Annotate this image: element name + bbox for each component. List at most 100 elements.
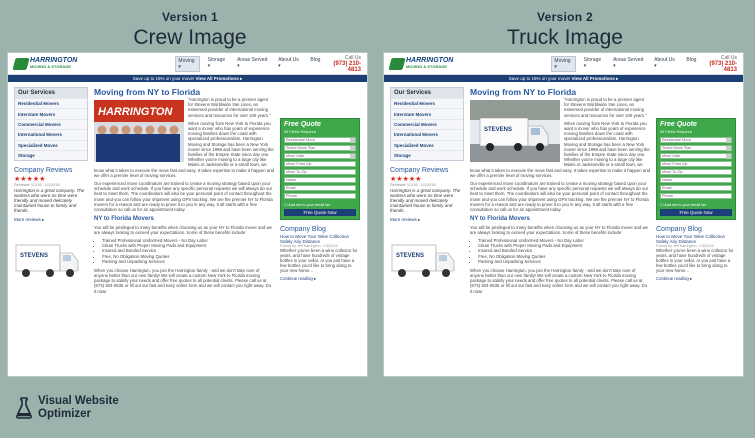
blog-post-link[interactable]: How to Move Your Wine Collection Safely … — [656, 234, 736, 244]
nav-about[interactable]: About Us ▾ — [276, 56, 302, 72]
quote-field[interactable]: Select Move Size — [660, 144, 732, 151]
variant-name: Truck Image — [507, 26, 623, 49]
logo-mark-icon — [12, 57, 30, 70]
review-meta: Reviewer 1/1/16 - 1/1/2016 — [390, 183, 436, 188]
logo-tagline: MOVING & STORAGE — [30, 63, 72, 69]
email-list-checkbox[interactable]: ☐ Add me to your email list — [281, 201, 359, 208]
service-storage[interactable]: Storage — [15, 149, 87, 160]
variant-name: Crew Image — [133, 26, 247, 49]
quote-field[interactable]: Residential Move — [660, 136, 732, 143]
review-meta: Reviewer 1/1/16 - 1/1/2016 — [14, 183, 60, 188]
nav-storage[interactable]: Storage ▾ — [206, 56, 229, 72]
reviews-title: Company Reviews — [390, 167, 449, 175]
service-international[interactable]: International Movers — [391, 129, 463, 139]
phone-number[interactable]: (973) 210-4813 — [322, 61, 361, 73]
quote-field[interactable]: Email — [660, 184, 732, 191]
service-residential[interactable]: Residential Movers — [391, 98, 463, 108]
quote-field[interactable]: Phone — [284, 192, 356, 199]
service-specialized[interactable]: Specialized Moves — [15, 139, 87, 150]
reviews-title: Company Reviews — [14, 167, 73, 175]
more-reviews-link[interactable]: More reviews ▸ — [390, 217, 464, 223]
email-list-label: Add me to your email list — [664, 202, 706, 207]
flask-icon — [16, 397, 32, 419]
nav-blog[interactable]: Blog — [308, 56, 322, 72]
review-text: Harrington is a great company. The worke… — [390, 188, 461, 214]
phone-number[interactable]: (973) 210-4813 — [698, 61, 737, 73]
right-column: Free Quote All Fields Required Residenti… — [280, 118, 360, 282]
nav-areas[interactable]: Areas Served ▾ — [235, 56, 270, 72]
blog-excerpt: Whether you've been a wine collector for… — [656, 247, 734, 274]
service-storage[interactable]: Storage — [391, 149, 463, 160]
free-quote-button[interactable]: Free Quote Now — [660, 208, 732, 216]
quote-title: Free Quote — [284, 121, 321, 128]
services-title: Our Services — [391, 88, 463, 98]
service-interstate[interactable]: Interstate Movers — [391, 108, 463, 118]
quote-field[interactable]: Email — [284, 184, 356, 191]
site-header: HARRINGTON MOVING & STORAGE Moving ▾ Stor… — [8, 53, 367, 75]
quote-field[interactable]: Name — [660, 176, 732, 183]
services-title: Our Services — [15, 88, 87, 98]
page-title: Moving from NY to Florida — [94, 87, 201, 97]
version-label: Version 2 — [536, 10, 594, 24]
quote-subtitle: All Fields Required — [660, 130, 692, 134]
nav-moving[interactable]: Moving ▾ — [551, 55, 576, 72]
site-logo[interactable]: HARRINGTON MOVING & STORAGE — [388, 57, 463, 70]
quote-field[interactable]: Move To Zip — [660, 168, 732, 175]
quote-field[interactable]: Select Move Size — [284, 144, 356, 151]
benefit-item: Packing and Unpacking Services — [102, 259, 274, 264]
email-list-checkbox[interactable]: ☐ Add me to your email list — [657, 201, 735, 208]
quote-field[interactable]: Name — [284, 176, 356, 183]
phone-block: Call Us (973) 210-4813 — [322, 55, 361, 73]
more-reviews-link[interactable]: More reviews ▸ — [14, 217, 88, 223]
continue-reading-link[interactable]: Continue reading ▸ — [656, 276, 736, 282]
paragraph-4: When you choose Harrington, you join the… — [94, 267, 272, 294]
nav-about[interactable]: About Us ▾ — [652, 56, 678, 72]
service-international[interactable]: International Movers — [15, 129, 87, 139]
service-commercial[interactable]: Commercial Movers — [391, 118, 463, 129]
quote-title: Free Quote — [660, 121, 697, 128]
svg-text:STEVENS: STEVENS — [396, 253, 424, 259]
quote-field[interactable]: Move From Zip — [660, 160, 732, 167]
quote-field[interactable]: Move To Zip — [284, 168, 356, 175]
nav-moving[interactable]: Moving ▾ — [175, 55, 200, 72]
quote-field[interactable]: Move Date — [660, 152, 732, 159]
service-interstate[interactable]: Interstate Movers — [15, 108, 87, 118]
main-nav: Moving ▾ Storage ▾ Areas Served ▾ About … — [175, 55, 322, 72]
main-nav: Moving ▾ Storage ▾ Areas Served ▾ About … — [551, 55, 698, 72]
free-quote-button[interactable]: Free Quote Now — [284, 208, 356, 216]
review-text: Harrington is a great company. The worke… — [14, 188, 85, 214]
svg-text:STEVENS: STEVENS — [20, 253, 48, 259]
rating-stars: ★★★★★ — [390, 176, 422, 184]
service-commercial[interactable]: Commercial Movers — [15, 118, 87, 129]
phone-label: Call Us — [344, 54, 362, 61]
webpage-variant-truck: HARRINGTON MOVING & STORAGE Moving ▾ Stor… — [383, 52, 744, 377]
continue-reading-link[interactable]: Continue reading ▸ — [280, 276, 360, 282]
quote-field[interactable]: Residential Move — [284, 136, 356, 143]
logo-tagline: MOVING & STORAGE — [406, 63, 448, 69]
main-content: Moving from NY to Florida HARRINGTON "Ha… — [94, 87, 274, 294]
nav-blog[interactable]: Blog — [684, 56, 698, 72]
nav-areas[interactable]: Areas Served ▾ — [611, 56, 646, 72]
quote-form: Free Quote All Fields Required Residenti… — [280, 118, 360, 220]
promo-link[interactable]: View All Promotions ▸ — [572, 76, 619, 81]
service-specialized[interactable]: Specialized Moves — [391, 139, 463, 150]
truck-image: STEVENS — [390, 235, 460, 283]
site-logo[interactable]: HARRINGTON MOVING & STORAGE — [12, 57, 87, 70]
promo-link[interactable]: View All Promotions ▸ — [196, 76, 243, 81]
quote-field[interactable]: Move From Zip — [284, 160, 356, 167]
phone-block: Call Us (973) 210-4813 — [698, 55, 737, 73]
sidebar: Our Services Residential Movers Intersta… — [14, 87, 88, 283]
email-list-label: Add me to your email list — [288, 202, 330, 207]
quote-field[interactable]: Phone — [660, 192, 732, 199]
truck-image: STEVENS — [14, 235, 84, 283]
quote-subtitle: All Fields Required — [284, 130, 316, 134]
paragraph-3: You will be privileged to many benefits … — [94, 225, 272, 236]
blog-post-link[interactable]: How to Move Your Wine Collection Safely … — [280, 234, 360, 244]
svg-text:HARRINGTON: HARRINGTON — [98, 106, 173, 118]
benefit-item: Packing and Unpacking Services — [478, 259, 650, 264]
phone-label: Call Us — [720, 54, 738, 61]
service-residential[interactable]: Residential Movers — [15, 98, 87, 108]
nav-storage[interactable]: Storage ▾ — [582, 56, 605, 72]
promo-banner: Save up to 15% on your move! View All Pr… — [8, 75, 367, 82]
quote-field[interactable]: Move Date — [284, 152, 356, 159]
